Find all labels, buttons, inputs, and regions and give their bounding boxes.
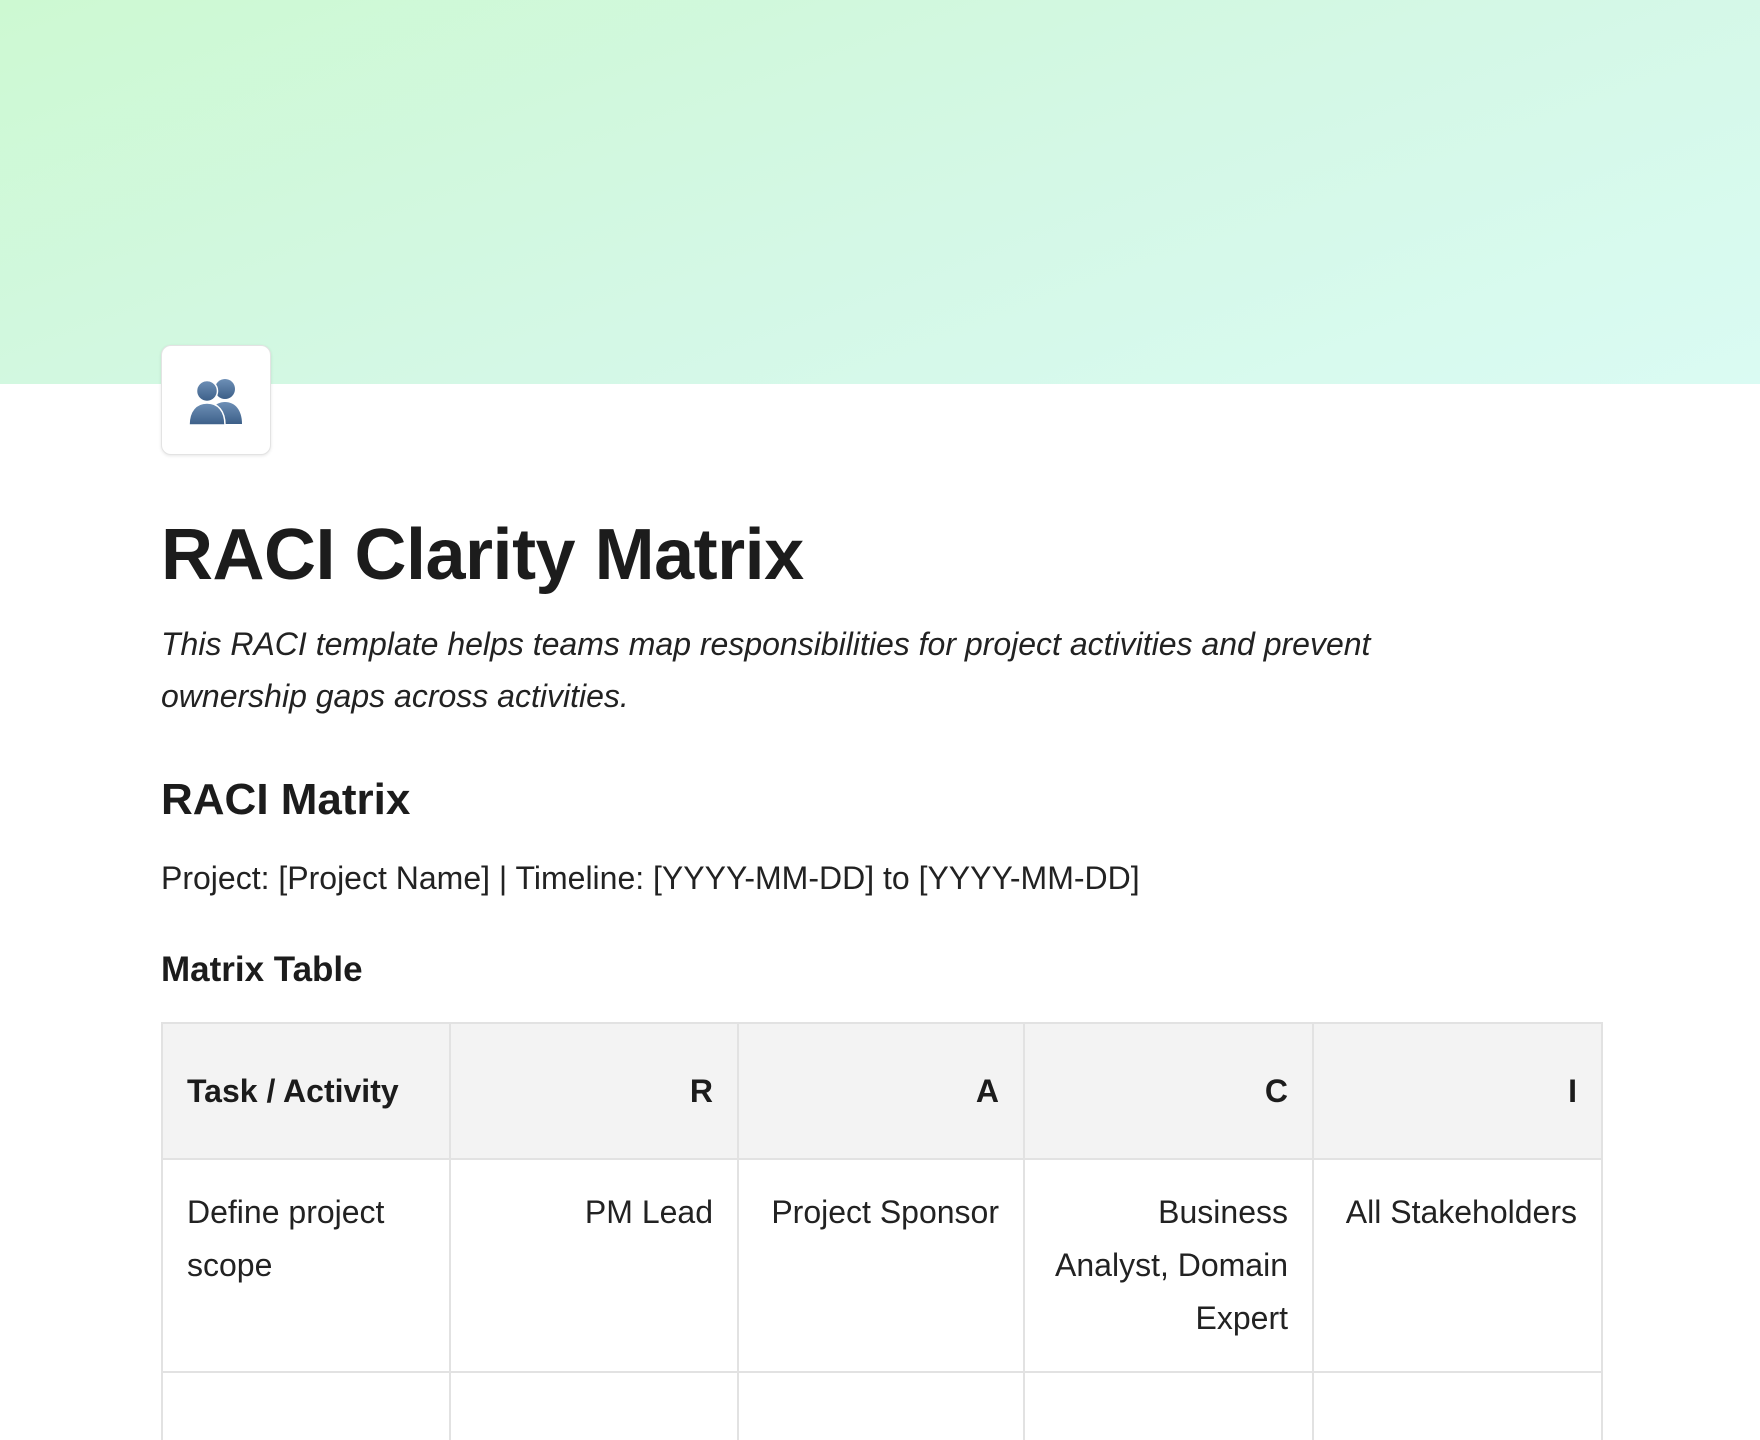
page-icon[interactable]	[161, 345, 271, 455]
project-timeline-line: Project: [Project Name] | Timeline: [YYY…	[161, 860, 1140, 896]
table-row	[161, 1371, 1603, 1440]
cover-banner[interactable]	[0, 0, 1760, 384]
table-cell-informed[interactable]	[1312, 1371, 1603, 1440]
header-task-activity[interactable]: Task / Activity	[161, 1022, 451, 1160]
page-description: This RACI template helps teams map respo…	[161, 626, 1371, 714]
busts-in-silhouette-icon	[186, 374, 246, 426]
page: RACI Clarity Matrix This RACI template h…	[0, 0, 1760, 1440]
table-cell-task[interactable]: Define project scope	[161, 1158, 451, 1373]
table-cell-task[interactable]	[161, 1371, 451, 1440]
header-informed[interactable]: I	[1312, 1022, 1603, 1160]
table-cell-consulted[interactable]: Business Analyst, Domain Expert	[1023, 1158, 1314, 1373]
table-header-row: Task / Activity R A C I	[161, 1022, 1603, 1160]
table-cell-accountable[interactable]: Project Sponsor	[737, 1158, 1025, 1373]
matrix-table-heading: Matrix Table	[161, 950, 363, 989]
table-cell-responsible[interactable]: PM Lead	[449, 1158, 739, 1373]
page-title: RACI Clarity Matrix	[161, 515, 804, 595]
header-responsible[interactable]: R	[449, 1022, 739, 1160]
table-cell-informed[interactable]: All Stakeholders	[1312, 1158, 1603, 1373]
table-row: Define project scope PM Lead Project Spo…	[161, 1158, 1603, 1373]
section-heading: RACI Matrix	[161, 775, 411, 824]
table-cell-accountable[interactable]	[737, 1371, 1025, 1440]
header-accountable[interactable]: A	[737, 1022, 1025, 1160]
table-cell-responsible[interactable]	[449, 1371, 739, 1440]
header-consulted[interactable]: C	[1023, 1022, 1314, 1160]
raci-matrix-table[interactable]: Task / Activity R A C I Define project s…	[161, 1022, 1603, 1440]
table-cell-consulted[interactable]	[1023, 1371, 1314, 1440]
